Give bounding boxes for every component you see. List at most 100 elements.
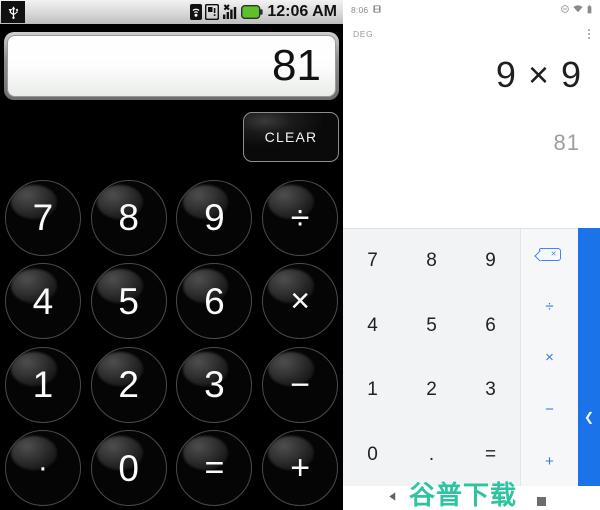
key-minus[interactable]: − [521, 384, 578, 436]
key-6[interactable]: 6 [176, 263, 253, 340]
key-decimal-label: · [37, 451, 48, 485]
wifi-signal-icon [190, 4, 203, 20]
key-divide-label: ÷ [545, 297, 554, 315]
clear-button[interactable]: CLEAR [243, 112, 339, 162]
key-1[interactable]: 1 [343, 358, 402, 423]
keypad: 7 8 9 ÷ 4 5 6 × 1 2 3 − · 0 = + [0, 176, 343, 510]
advanced-panel-handle[interactable]: ❮ [578, 228, 600, 486]
kebab-dot [588, 29, 590, 31]
key-multiply[interactable]: × [262, 263, 339, 340]
key-divide[interactable]: ÷ [262, 179, 339, 256]
keypad-cell: · [0, 427, 86, 510]
key-multiply-label: × [290, 282, 311, 321]
keypad-cell: 8 [86, 176, 172, 260]
keypad-cell: × [257, 260, 343, 344]
kebab-dot [588, 33, 590, 35]
material-keypad: 7 8 9 4 5 6 1 2 3 0. = ✕ ÷ × − + [343, 228, 600, 487]
key-equals[interactable]: = [176, 430, 253, 507]
key-4-label: 4 [32, 280, 54, 322]
number-pad-row: 456 [343, 294, 520, 359]
number-pad-row: 789 [343, 229, 520, 294]
keypad-cell: 3 [172, 343, 258, 427]
keypad-cell: 4 [0, 260, 86, 344]
key-plus-label: + [290, 449, 311, 488]
status-right-group [561, 4, 592, 16]
key-9[interactable]: 9 [461, 229, 520, 294]
key-minus-label: − [290, 365, 311, 404]
navigation-bar: 谷普下载 [343, 481, 600, 510]
keypad-cell: ÷ [257, 176, 343, 260]
key-6-label: 6 [204, 280, 225, 322]
right-phone-calculator: 8:06 DEG 9 × 9 81 7 8 9 4 5 6 1 2 3 0 . … [343, 0, 600, 510]
key-3-label: 3 [204, 364, 225, 406]
key-equals-label: = [204, 449, 225, 488]
key-5[interactable]: 5 [90, 263, 167, 340]
material-app-bar: DEG [343, 22, 600, 46]
key-divide[interactable]: ÷ [521, 281, 578, 333]
screenshot-icon [373, 5, 381, 15]
key-7[interactable]: 7 [343, 229, 402, 294]
keypad-cell: 5 [86, 260, 172, 344]
key-1-label: 1 [32, 364, 54, 406]
watermark-text: 谷普下载 [409, 481, 518, 510]
battery-icon [241, 5, 263, 19]
key-2[interactable]: 2 [402, 358, 461, 423]
key-3[interactable]: 3 [461, 358, 520, 423]
key-decimal[interactable]: · [4, 430, 81, 507]
key-4[interactable]: 4 [4, 263, 81, 340]
key-8[interactable]: 8 [90, 179, 167, 256]
number-pad: 7 8 9 4 5 6 1 2 3 0. = [343, 229, 521, 487]
calculator-display-inner: 81 [7, 35, 336, 97]
key-4[interactable]: 4 [343, 294, 402, 359]
number-pad-row: 123 [343, 358, 520, 423]
key-multiply-label: × [545, 349, 554, 367]
operator-pad: ✕ ÷ × − + [521, 229, 578, 487]
key-multiply[interactable]: × [521, 332, 578, 384]
wifi-icon [573, 5, 583, 15]
chevron-left-icon: ❮ [583, 410, 595, 424]
clear-button-label: CLEAR [264, 129, 318, 145]
key-5[interactable]: 5 [402, 294, 461, 359]
key-0-label: 0 [118, 447, 139, 489]
status-bar-clock: 8:06 [351, 5, 369, 15]
calculator-display[interactable]: 81 [4, 32, 339, 100]
key-0[interactable]: 0 [343, 423, 402, 488]
keypad-cell: 2 [86, 343, 172, 427]
status-bar-clock: 12:06 AM [267, 3, 337, 20]
key-8[interactable]: 8 [402, 229, 461, 294]
keypad-cell: 6 [172, 260, 258, 344]
key-6[interactable]: 6 [461, 294, 520, 359]
formula-text[interactable]: 9 × 9 [343, 55, 600, 95]
back-triangle-icon[interactable] [387, 489, 398, 507]
key-1[interactable]: 1 [4, 346, 81, 423]
key-8-label: 8 [118, 197, 139, 239]
key-plus[interactable]: + [521, 435, 578, 487]
status-bar-icons [190, 4, 263, 20]
key-minus-label: − [545, 401, 554, 419]
key-2-label: 2 [118, 364, 139, 406]
key-7-label: 7 [32, 197, 54, 239]
status-left-group: 8:06 [351, 5, 381, 15]
key-backspace[interactable]: ✕ [521, 229, 578, 281]
keypad-cell: 7 [0, 176, 86, 260]
usb-icon [1, 1, 25, 23]
key-0[interactable]: 0 [90, 430, 167, 507]
left-phone-calculator: 12:06 AM 81 CLEAR 7 8 9 ÷ 4 5 6 × 1 2 3 − · 0 = + [0, 0, 343, 510]
key-plus[interactable]: + [262, 430, 339, 507]
keypad-cell: 9 [172, 176, 258, 260]
display-value: 81 [272, 41, 321, 90]
result-text[interactable]: 81 [343, 132, 600, 154]
do-not-disturb-icon [561, 5, 569, 15]
watermark-square [537, 497, 546, 506]
key-5-label: 5 [118, 280, 139, 322]
keypad-cell: − [257, 343, 343, 427]
key-7[interactable]: 7 [4, 179, 81, 256]
key-2[interactable]: 2 [90, 346, 167, 423]
key-9[interactable]: 9 [176, 179, 253, 256]
key-3[interactable]: 3 [176, 346, 253, 423]
keypad-row: 4 5 6 × [0, 260, 343, 344]
key-plus-label: + [545, 452, 554, 470]
key-minus[interactable]: − [262, 346, 339, 423]
more-options-icon[interactable] [588, 29, 590, 39]
material-status-bar: 8:06 [343, 0, 600, 20]
